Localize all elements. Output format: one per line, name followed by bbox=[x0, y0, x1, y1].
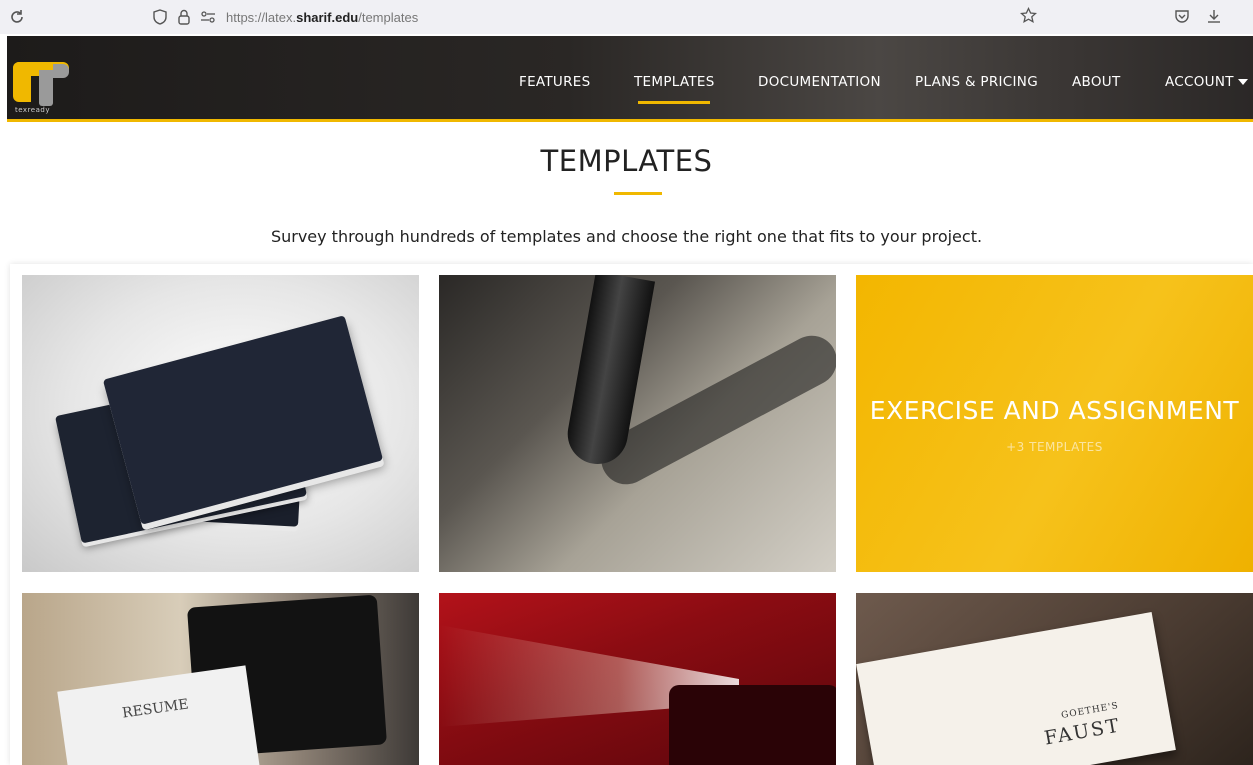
url-text[interactable]: https://latex.sharif.edu/templates bbox=[226, 10, 418, 25]
pocket-icon[interactable] bbox=[1174, 8, 1190, 28]
projector-image bbox=[669, 685, 836, 765]
nav-account-label: ACCOUNT bbox=[1165, 74, 1234, 90]
card-title: EXERCISE AND ASSIGNMENT bbox=[869, 396, 1240, 425]
nav-account[interactable]: ACCOUNT bbox=[1165, 74, 1248, 90]
nav-documentation[interactable]: DOCUMENTATION bbox=[758, 74, 881, 90]
nav-about[interactable]: ABOUT bbox=[1072, 74, 1121, 90]
nav-templates[interactable]: TEMPLATES bbox=[634, 74, 715, 90]
texready-logo[interactable]: texready bbox=[13, 60, 73, 116]
lock-icon[interactable] bbox=[174, 7, 194, 27]
toolbar-right-icons bbox=[1174, 8, 1222, 28]
nav-features[interactable]: FEATURES bbox=[519, 74, 591, 90]
open-book-image bbox=[856, 612, 1176, 765]
template-card-writing[interactable] bbox=[439, 275, 836, 572]
book-image bbox=[102, 315, 384, 525]
caret-down-icon bbox=[1237, 79, 1248, 85]
template-card-presentation[interactable] bbox=[439, 593, 836, 765]
template-card-resume[interactable]: RESUME bbox=[22, 593, 419, 765]
permissions-icon[interactable] bbox=[198, 7, 218, 27]
active-nav-underline bbox=[638, 101, 710, 104]
title-divider bbox=[614, 192, 662, 195]
template-card-book[interactable]: GOETHE'S FAUST bbox=[856, 593, 1253, 765]
nav-plans-pricing[interactable]: PLANS & PRICING bbox=[915, 74, 1038, 90]
reload-icon[interactable] bbox=[8, 8, 26, 26]
address-bar[interactable]: https://latex.sharif.edu/templates bbox=[150, 4, 1050, 30]
card-template-count: +3 TEMPLATES bbox=[1006, 440, 1103, 454]
template-card-thesis[interactable] bbox=[22, 275, 419, 572]
download-icon[interactable] bbox=[1206, 8, 1222, 28]
browser-toolbar: https://latex.sharif.edu/templates bbox=[0, 0, 1253, 34]
page-subtitle: Survey through hundreds of templates and… bbox=[270, 227, 983, 246]
page-title: TEMPLATES bbox=[540, 144, 713, 178]
shield-icon[interactable] bbox=[150, 7, 170, 27]
bookmark-star-icon[interactable] bbox=[1019, 6, 1038, 28]
site-header: texready FEATURES TEMPLATES DOCUMENTATIO… bbox=[7, 36, 1253, 122]
template-card-exercise[interactable]: EXERCISE AND ASSIGNMENT +3 TEMPLATES bbox=[856, 275, 1253, 572]
logo-tag: texready bbox=[15, 106, 50, 114]
